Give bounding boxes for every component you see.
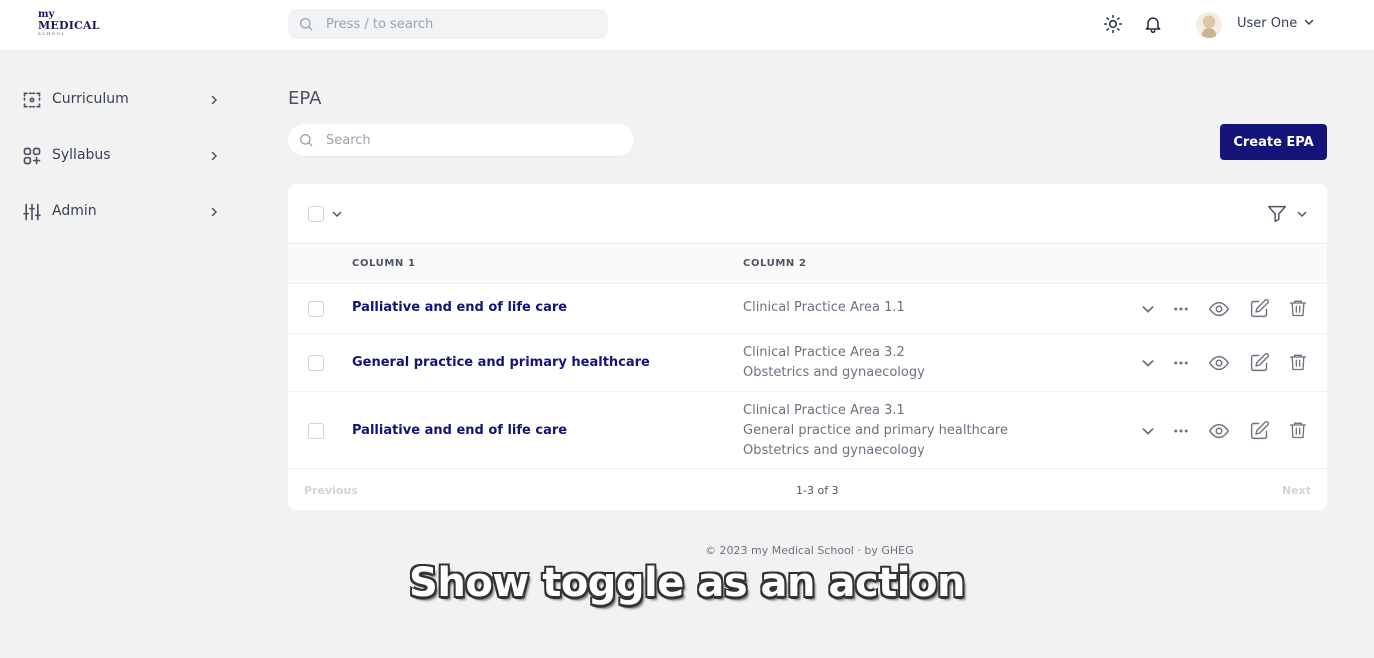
create-epa-button[interactable]: Create EPA	[1220, 124, 1327, 160]
chevron-down-icon[interactable]	[1303, 16, 1315, 28]
more-options-icon[interactable]	[1170, 420, 1192, 442]
row-column-2: Clinical Practice Area 3.2 Obstetrics an…	[743, 345, 925, 380]
delete-trash-icon[interactable]	[1287, 351, 1309, 373]
sidebar-item-curriculum[interactable]: Curriculum	[0, 72, 240, 128]
edit-icon[interactable]	[1248, 297, 1270, 319]
global-search[interactable]	[288, 9, 608, 39]
syllabus-icon	[23, 147, 41, 165]
column-header[interactable]: COLUMN 2	[743, 258, 807, 269]
more-options-icon[interactable]	[1170, 298, 1192, 320]
next-page-button[interactable]: Next	[1282, 484, 1311, 497]
global-search-input[interactable]	[326, 16, 586, 32]
epa-table-card: COLUMN 1 COLUMN 2 Palliative and end of …	[288, 184, 1327, 510]
edit-icon[interactable]	[1248, 419, 1270, 441]
chevron-down-icon[interactable]	[1296, 208, 1308, 220]
row-column-2: Clinical Practice Area 1.1	[743, 300, 905, 315]
expand-toggle-icon[interactable]	[1137, 298, 1159, 320]
pagination-info: 1-3 of 3	[796, 484, 839, 497]
row-title[interactable]: Palliative and end of life care	[352, 300, 567, 315]
table-row[interactable]: Palliative and end of life care Clinical…	[288, 391, 1327, 468]
logo[interactable]: my MEDICAL SCHOOL	[38, 10, 99, 40]
view-eye-icon[interactable]	[1208, 352, 1230, 374]
row-column-2: Clinical Practice Area 3.1 General pract…	[743, 403, 1008, 458]
row-title[interactable]: General practice and primary healthcare	[352, 355, 650, 370]
sidebar-item-label: Curriculum	[52, 91, 129, 107]
row-checkbox[interactable]	[308, 355, 324, 371]
curriculum-icon	[23, 92, 41, 108]
top-header: my MEDICAL SCHOOL User One	[0, 0, 1374, 50]
column-header[interactable]: COLUMN 1	[352, 258, 416, 269]
search-icon	[300, 18, 313, 31]
epa-search[interactable]	[288, 124, 634, 156]
more-options-icon[interactable]	[1170, 352, 1192, 374]
admin-sliders-icon	[23, 203, 41, 221]
footer-copyright: © 2023 my Medical School · by GHEG	[705, 544, 914, 557]
sidebar: Curriculum Syllabus Admin	[0, 72, 240, 240]
page-title: EPA	[288, 88, 322, 109]
bell-icon[interactable]	[1142, 13, 1164, 35]
sun-icon[interactable]	[1102, 13, 1124, 35]
user-name[interactable]: User One	[1237, 16, 1297, 31]
epa-search-input[interactable]	[326, 132, 586, 148]
expand-toggle-icon[interactable]	[1137, 352, 1159, 374]
filter-icon[interactable]	[1266, 203, 1288, 225]
view-eye-icon[interactable]	[1208, 420, 1230, 442]
delete-trash-icon[interactable]	[1287, 297, 1309, 319]
row-checkbox[interactable]	[308, 423, 324, 439]
sidebar-item-label: Admin	[52, 203, 97, 219]
row-checkbox[interactable]	[308, 301, 324, 317]
chevron-right-icon	[211, 95, 218, 105]
table-row[interactable]: Palliative and end of life care Clinical…	[288, 283, 1327, 333]
table-toolbar	[288, 184, 1327, 244]
chevron-right-icon	[211, 207, 218, 217]
sidebar-item-syllabus[interactable]: Syllabus	[0, 128, 240, 184]
sidebar-item-label: Syllabus	[52, 147, 111, 163]
view-eye-icon[interactable]	[1208, 298, 1230, 320]
row-title[interactable]: Palliative and end of life care	[352, 423, 567, 438]
previous-page-button[interactable]: Previous	[304, 484, 358, 497]
select-all-checkbox[interactable]	[308, 206, 324, 222]
table-header: COLUMN 1 COLUMN 2	[288, 245, 1327, 283]
video-caption: Show toggle as an action	[409, 560, 965, 606]
chevron-down-icon[interactable]	[331, 208, 343, 220]
pagination: Previous 1-3 of 3 Next	[288, 468, 1327, 510]
sidebar-item-admin[interactable]: Admin	[0, 184, 240, 240]
table-row[interactable]: General practice and primary healthcare …	[288, 333, 1327, 391]
search-icon	[300, 134, 313, 147]
chevron-right-icon	[211, 151, 218, 161]
expand-toggle-icon[interactable]	[1137, 420, 1159, 442]
delete-trash-icon[interactable]	[1287, 419, 1309, 441]
avatar[interactable]	[1196, 12, 1222, 38]
edit-icon[interactable]	[1248, 351, 1270, 373]
